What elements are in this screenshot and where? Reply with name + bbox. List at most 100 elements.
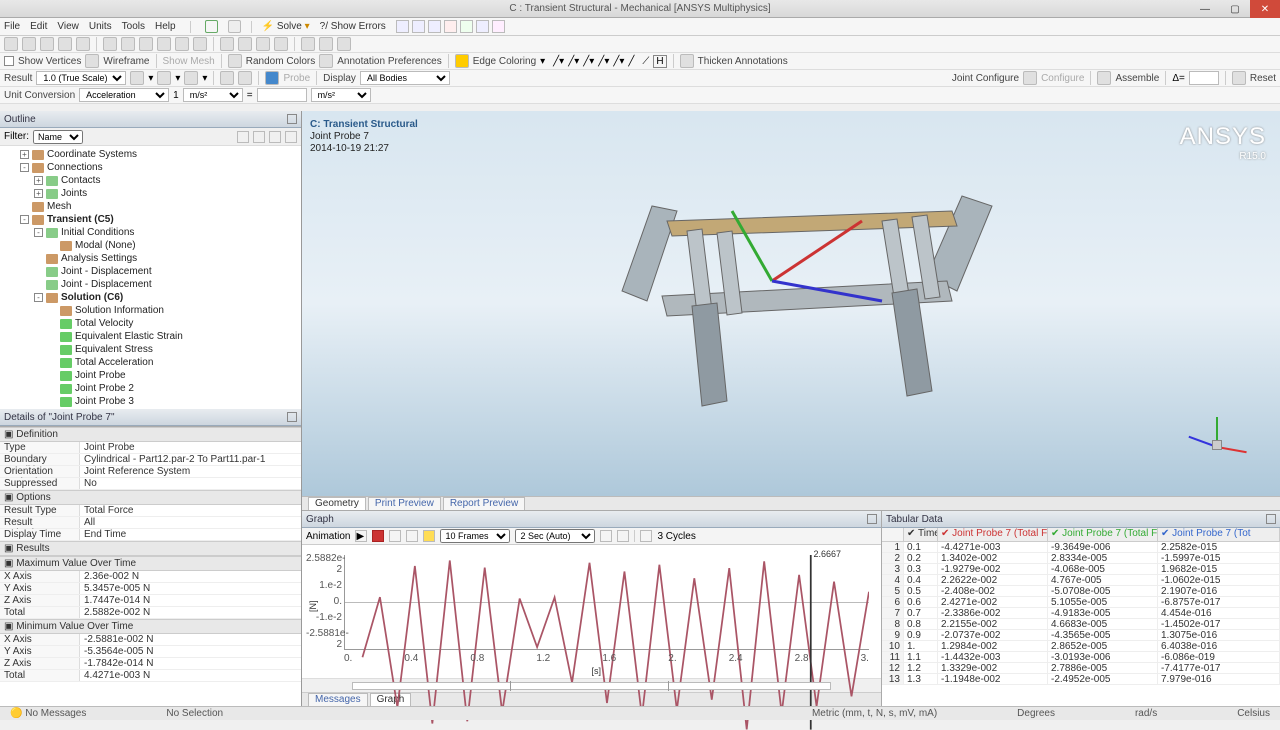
next-view-icon[interactable] [274, 37, 288, 51]
tree-node[interactable]: -Transient (C5) [0, 213, 301, 226]
tree-node[interactable]: Total Velocity [0, 317, 301, 330]
refresh-icon[interactable] [205, 20, 218, 33]
details-section-header[interactable]: ▣ Minimum Value Over Time [0, 619, 301, 634]
wireframe-icon[interactable] [85, 54, 99, 68]
table-row[interactable]: 131.3-1.1948e-002-2.4952e-0057.979e-016 [882, 674, 1280, 685]
table-row[interactable]: 40.42.2622e-0024.767e-005-1.0602e-015 [882, 575, 1280, 586]
play-icon[interactable]: ▶ [355, 530, 367, 542]
table-row[interactable]: 121.21.3329e-0022.7886e-005-7.4177e-017 [882, 663, 1280, 674]
details-row[interactable]: Y Axis5.3457e-005 N [0, 583, 301, 595]
extend-select-icon[interactable] [103, 37, 117, 51]
details-row[interactable]: Orientation MethodJoint Reference System [0, 466, 301, 478]
view-icon[interactable] [301, 37, 315, 51]
frame-back-icon[interactable] [389, 530, 401, 542]
tree-node[interactable]: -Initial Conditions [0, 226, 301, 239]
frame-fwd-icon[interactable] [406, 530, 418, 542]
close-button[interactable]: ✕ [1250, 0, 1280, 18]
quantity-select[interactable]: Acceleration [79, 88, 169, 102]
stop-icon[interactable] [372, 530, 384, 542]
edge-thick-icon[interactable]: ╱▾ [613, 56, 624, 67]
highlight-icon[interactable]: ⟋ [642, 56, 649, 67]
look-at-icon[interactable] [238, 37, 252, 51]
table-row[interactable]: 70.7-2.3386e-002-4.9183e-0054.454e-016 [882, 608, 1280, 619]
edge-thick-icon[interactable]: ╱▾ [568, 56, 579, 67]
min-icon[interactable] [238, 71, 252, 85]
scale-select[interactable]: 1.0 (True Scale) [36, 71, 126, 85]
filter-icon[interactable] [4, 37, 18, 51]
assemble-label[interactable]: Assemble [1115, 73, 1159, 84]
save-icon[interactable] [617, 530, 629, 542]
vertex-select-icon[interactable] [22, 37, 36, 51]
max-icon[interactable] [220, 71, 234, 85]
pin-icon[interactable] [1266, 514, 1276, 524]
thicken-icon[interactable] [680, 54, 694, 68]
tree-node[interactable]: +Coordinate Systems [0, 148, 301, 161]
tree-node[interactable]: Total Acceleration [0, 356, 301, 369]
tree-node[interactable]: +Joints [0, 187, 301, 200]
tree-node[interactable]: Equivalent Elastic Strain [0, 330, 301, 343]
details-row[interactable]: X Axis-2.5881e-002 N [0, 634, 301, 646]
tabular-rows[interactable]: 10.1-4.4271e-003-9.3649e-0062.2582e-0152… [882, 542, 1280, 706]
details-row[interactable]: TypeJoint Probe [0, 442, 301, 454]
tool-icon[interactable] [444, 20, 457, 33]
find-icon[interactable] [285, 131, 297, 143]
pin-icon[interactable] [287, 114, 297, 124]
details-row[interactable]: Display TimeEnd Time [0, 529, 301, 541]
back-icon[interactable] [228, 20, 241, 33]
thicken-label[interactable]: Thicken Annotations [698, 56, 788, 67]
minimize-button[interactable]: — [1190, 0, 1220, 18]
details-section-header[interactable]: ▣ Definition [0, 427, 301, 442]
result-chart[interactable]: [N] [s] 2.6667 0.0.40.81.21.62.2.42.83. … [302, 545, 881, 678]
tree-node[interactable]: Solution Information [0, 304, 301, 317]
table-row[interactable]: 50.5-2.408e-002-5.0708e-0052.1907e-016 [882, 586, 1280, 597]
menu-help[interactable]: Help [155, 21, 176, 32]
tab-report-preview[interactable]: Report Preview [443, 497, 525, 510]
tree-node[interactable]: -Solution (C6) [0, 291, 301, 304]
table-row[interactable]: 80.82.2155e-0024.6683e-005-1.4502e-017 [882, 619, 1280, 630]
tree-node[interactable]: +Contacts [0, 174, 301, 187]
expand-icon[interactable] [237, 131, 249, 143]
worksheet-icon[interactable] [492, 20, 505, 33]
details-row[interactable]: Z Axis-1.7842e-014 N [0, 658, 301, 670]
details-section-header[interactable]: ▣ Options [0, 490, 301, 505]
show-errors-button[interactable]: ?/ Show Errors [320, 21, 386, 32]
tab-geometry[interactable]: Geometry [308, 497, 366, 510]
tree-node[interactable]: Joint Probe [0, 369, 301, 382]
edge-color-icon[interactable] [455, 54, 469, 68]
distributed-icon[interactable] [423, 530, 435, 542]
tool-icon[interactable] [428, 20, 441, 33]
tree-node[interactable]: Joint Probe 2 [0, 382, 301, 395]
tree-node[interactable]: Joint - Displacement [0, 278, 301, 291]
view-icon[interactable] [319, 37, 333, 51]
details-row[interactable]: Boundary ConditionCylindrical - Part12.p… [0, 454, 301, 466]
details-panel[interactable]: ▣ DefinitionTypeJoint ProbeBoundary Cond… [0, 426, 301, 706]
details-row[interactable]: Total4.4271e-003 N [0, 670, 301, 682]
face-select-icon[interactable] [58, 37, 72, 51]
table-row[interactable]: 10.1-4.4271e-003-9.3649e-0062.2582e-015 [882, 542, 1280, 553]
3d-viewport[interactable]: C: Transient Structural Joint Probe 7 20… [302, 111, 1280, 496]
col-fy[interactable]: ✔ Joint Probe 7 (Total Force Y) [N] [1048, 528, 1158, 541]
pan-icon[interactable] [121, 37, 135, 51]
table-row[interactable]: 20.21.3402e-0022.8334e-005-1.5997e-015 [882, 553, 1280, 564]
random-colors-icon[interactable] [228, 54, 242, 68]
menu-edit[interactable]: Edit [30, 21, 47, 32]
tree-node[interactable]: Equivalent Stress [0, 343, 301, 356]
table-row[interactable]: 60.62.4271e-0025.1055e-005-6.8757e-017 [882, 597, 1280, 608]
tool-icon[interactable] [476, 20, 489, 33]
zoom-fit-icon[interactable] [175, 37, 189, 51]
solve-button[interactable]: ⚡ Solve ▾ [262, 21, 310, 32]
col-fz[interactable]: ✔ Joint Probe 7 (Tot [1158, 528, 1280, 541]
maximize-button[interactable]: ▢ [1220, 0, 1250, 18]
iso-icon[interactable] [220, 37, 234, 51]
collapse-icon[interactable] [253, 131, 265, 143]
assemble-icon[interactable] [1097, 71, 1111, 85]
tree-node[interactable]: Mesh [0, 200, 301, 213]
details-section-header[interactable]: ▣ Maximum Value Over Time [0, 556, 301, 571]
config-icon[interactable] [1023, 71, 1037, 85]
tree-node[interactable]: -Connections [0, 161, 301, 174]
tool-icon[interactable] [460, 20, 473, 33]
zoom-icon[interactable] [157, 37, 171, 51]
pin-icon[interactable] [287, 412, 297, 422]
details-row[interactable]: X Axis2.36e-002 N [0, 571, 301, 583]
table-row[interactable]: 101.1.2984e-0022.8652e-0056.4038e-016 [882, 641, 1280, 652]
